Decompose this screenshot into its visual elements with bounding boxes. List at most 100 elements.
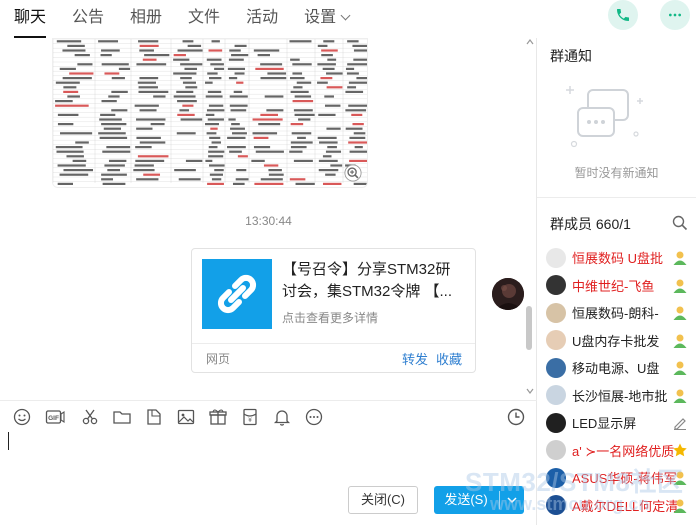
- member-item[interactable]: a' ≻一名网络优质: [546, 437, 696, 465]
- tab-5[interactable]: 设置: [304, 0, 351, 38]
- share-source: 网页: [206, 352, 231, 366]
- folder-button[interactable]: [112, 407, 132, 427]
- tab-label: 聊天: [14, 9, 47, 26]
- member-avatar[interactable]: [546, 412, 566, 433]
- gif-icon: GIF: [45, 410, 65, 424]
- scissors-icon: [82, 409, 98, 425]
- member-item[interactable]: LED显示屏: [546, 409, 696, 437]
- send-button[interactable]: 发送(S): [434, 486, 524, 514]
- image-icon: [177, 409, 195, 425]
- gift-box-icon: [209, 409, 227, 425]
- tab-label: 活动: [246, 9, 279, 26]
- gif-button[interactable]: GIF: [44, 407, 68, 427]
- admin-icon: [673, 251, 687, 265]
- search-icon[interactable]: [672, 215, 688, 231]
- bell-icon: [273, 410, 291, 426]
- member-avatar[interactable]: [546, 467, 566, 488]
- folder-icon: [113, 411, 131, 424]
- spreadsheet-image: [53, 39, 367, 187]
- chevron-down-icon: [340, 10, 351, 21]
- panel-section-divider: [537, 197, 696, 198]
- message-timestamp: 13:30:44: [245, 214, 292, 228]
- emoji-button[interactable]: [12, 407, 32, 427]
- share-title-line1: 【号召令】分享STM32研: [282, 261, 451, 278]
- message-input[interactable]: [0, 428, 537, 480]
- avatar-image: [492, 278, 524, 310]
- scissors-button[interactable]: [80, 407, 100, 427]
- member-name: ASUS华硕-蒋伟军: [572, 471, 677, 487]
- link-share-card[interactable]: 【号召令】分享STM32研 讨会，集STM32令牌 【... 点击查看更多详情 …: [191, 248, 476, 373]
- member-avatar[interactable]: [546, 302, 566, 323]
- member-name: 中维世纪-飞鱼: [572, 278, 655, 294]
- favorite-link[interactable]: 收藏: [436, 349, 462, 368]
- member-item[interactable]: 恒展数码 U盘批: [546, 244, 696, 272]
- tab-3[interactable]: 文件: [188, 0, 220, 38]
- member-avatar[interactable]: [546, 330, 566, 351]
- emoji-icon: [13, 408, 31, 426]
- tab-label: 公告: [72, 9, 105, 26]
- card-divider: [192, 343, 475, 344]
- more-circle-button[interactable]: [304, 407, 324, 427]
- send-options-button[interactable]: [500, 486, 524, 514]
- input-divider: [0, 400, 537, 401]
- close-button[interactable]: 关闭(C): [348, 486, 418, 514]
- image-button[interactable]: [176, 407, 196, 427]
- svg-text:¥: ¥: [248, 417, 252, 424]
- member-avatar[interactable]: [546, 275, 566, 296]
- voice-call-button[interactable]: [608, 0, 638, 30]
- member-avatar[interactable]: [546, 495, 566, 516]
- member-name: 恒展数码 U盘批: [572, 251, 664, 267]
- image-message[interactable]: [52, 38, 368, 188]
- red-packet-button[interactable]: ¥: [240, 407, 260, 427]
- zoom-in-icon[interactable]: [344, 164, 362, 182]
- chat-message-area[interactable]: 13:30:44 【号召令】分享STM32研 讨会，集STM32令牌 【... …: [0, 38, 537, 400]
- sender-avatar[interactable]: [492, 278, 524, 310]
- phone-icon: [617, 9, 629, 21]
- admin-icon: [673, 334, 687, 348]
- admin-icon: [673, 499, 687, 513]
- input-toolbar: GIF ¥: [12, 406, 336, 428]
- member-name: 移动电源、U盘: [572, 361, 660, 377]
- admin-icon: [673, 361, 687, 375]
- tab-4[interactable]: 活动: [246, 0, 278, 38]
- tab-label: 设置: [304, 9, 337, 26]
- more-options-button[interactable]: [660, 0, 690, 30]
- edit-icon: [674, 418, 686, 430]
- clock-icon[interactable]: [506, 407, 526, 427]
- more-icon: [669, 13, 681, 17]
- top-navigation: 聊天 公告 相册 文件 活动 设置: [0, 0, 696, 38]
- member-list[interactable]: 恒展数码 U盘批 中维世纪-飞鱼恒展数码-朗科- U盘内存卡批发移动电源、U盘长沙恒…: [546, 244, 696, 519]
- forward-link[interactable]: 转发: [402, 349, 428, 368]
- member-item[interactable]: U盘内存卡批发: [546, 327, 696, 355]
- member-item[interactable]: 中维世纪-飞鱼: [546, 272, 696, 300]
- link-icon: [217, 274, 257, 314]
- scroll-thumb[interactable]: [526, 306, 532, 350]
- member-item[interactable]: ASUS华硕-蒋伟军: [546, 464, 696, 492]
- sticker-button[interactable]: [144, 407, 164, 427]
- tab-label: 文件: [188, 9, 221, 26]
- tab-bar: 聊天 公告 相册 文件 活动 设置: [14, 0, 375, 38]
- star-icon: [673, 443, 687, 456]
- svg-text:GIF: GIF: [48, 415, 59, 422]
- member-item[interactable]: 移动电源、U盘: [546, 354, 696, 382]
- admin-icon: [673, 279, 687, 293]
- tab-label: 相册: [130, 9, 163, 26]
- member-item[interactable]: 恒展数码-朗科-: [546, 299, 696, 327]
- send-label: 发送(S): [444, 492, 488, 507]
- share-description: 点击查看更多详情: [282, 311, 379, 325]
- member-item[interactable]: 长沙恒展-地市批: [546, 382, 696, 410]
- chevron-down-icon: [507, 497, 517, 504]
- tab-2[interactable]: 相册: [130, 0, 162, 38]
- member-avatar[interactable]: [546, 440, 566, 461]
- sticker-icon: [147, 409, 161, 425]
- empty-notice-icon: [566, 86, 643, 148]
- tab-0[interactable]: 聊天: [14, 0, 47, 38]
- member-avatar[interactable]: [546, 357, 566, 378]
- member-avatar[interactable]: [546, 385, 566, 406]
- notice-empty-text: 暂时没有新通知: [574, 166, 659, 180]
- member-item[interactable]: A戴尔DELL何定清: [546, 492, 696, 520]
- bell-button[interactable]: [272, 407, 292, 427]
- member-avatar[interactable]: [546, 247, 566, 268]
- tab-1[interactable]: 公告: [72, 0, 104, 38]
- gift-box-button[interactable]: [208, 407, 228, 427]
